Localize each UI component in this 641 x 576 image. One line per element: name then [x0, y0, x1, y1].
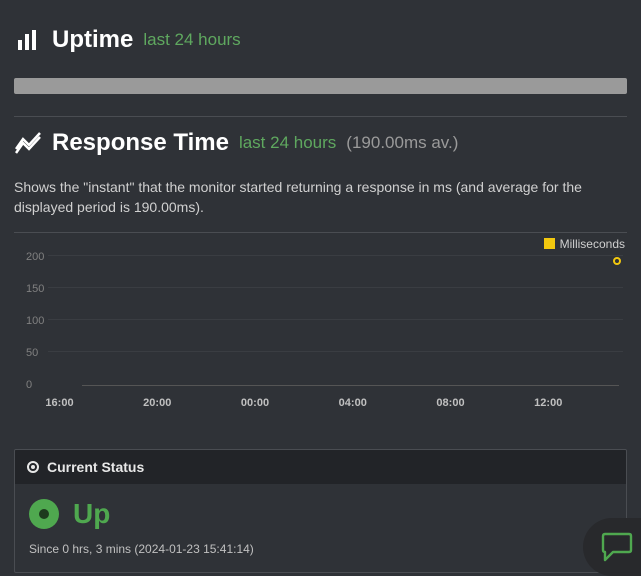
response-period: last 24 hours [239, 133, 336, 153]
status-since: Since 0 hrs, 3 mins (2024-01-23 15:41:14… [29, 542, 612, 556]
uptime-title: Uptime [52, 26, 133, 54]
legend-label: Milliseconds [560, 237, 625, 251]
current-status-card: Current Status Up Since 0 hrs, 3 mins (2… [14, 449, 627, 573]
status-header-label: Current Status [47, 459, 144, 475]
legend-swatch [544, 238, 555, 249]
record-icon [27, 461, 39, 473]
uptime-period: last 24 hours [143, 30, 240, 50]
response-title: Response Time [52, 129, 229, 157]
status-indicator-icon [29, 499, 59, 529]
data-point [613, 257, 621, 265]
chart-grid [48, 255, 623, 385]
response-description: Shows the "instant" that the monitor sta… [14, 167, 627, 232]
response-header: Response Time last 24 hours (190.00ms av… [14, 117, 627, 167]
uptime-bar [14, 78, 627, 94]
bar-chart-icon [14, 26, 42, 54]
y-axis-labels: 200 150 100 50 0 [14, 255, 48, 385]
uptime-header: Uptime last 24 hours [14, 14, 627, 64]
response-average: (190.00ms av.) [346, 133, 458, 153]
status-header: Current Status [15, 450, 626, 484]
chart-legend: Milliseconds [544, 237, 625, 251]
x-axis-labels: 16:00 20:00 00:00 04:00 08:00 12:00 [48, 397, 623, 415]
chat-button[interactable] [583, 518, 641, 576]
x-axis [82, 385, 619, 386]
line-chart-icon [14, 129, 42, 157]
response-chart: Milliseconds 200 150 100 50 0 16:00 20:0… [14, 233, 627, 433]
status-state: Up [73, 498, 110, 530]
chat-icon [599, 532, 633, 562]
